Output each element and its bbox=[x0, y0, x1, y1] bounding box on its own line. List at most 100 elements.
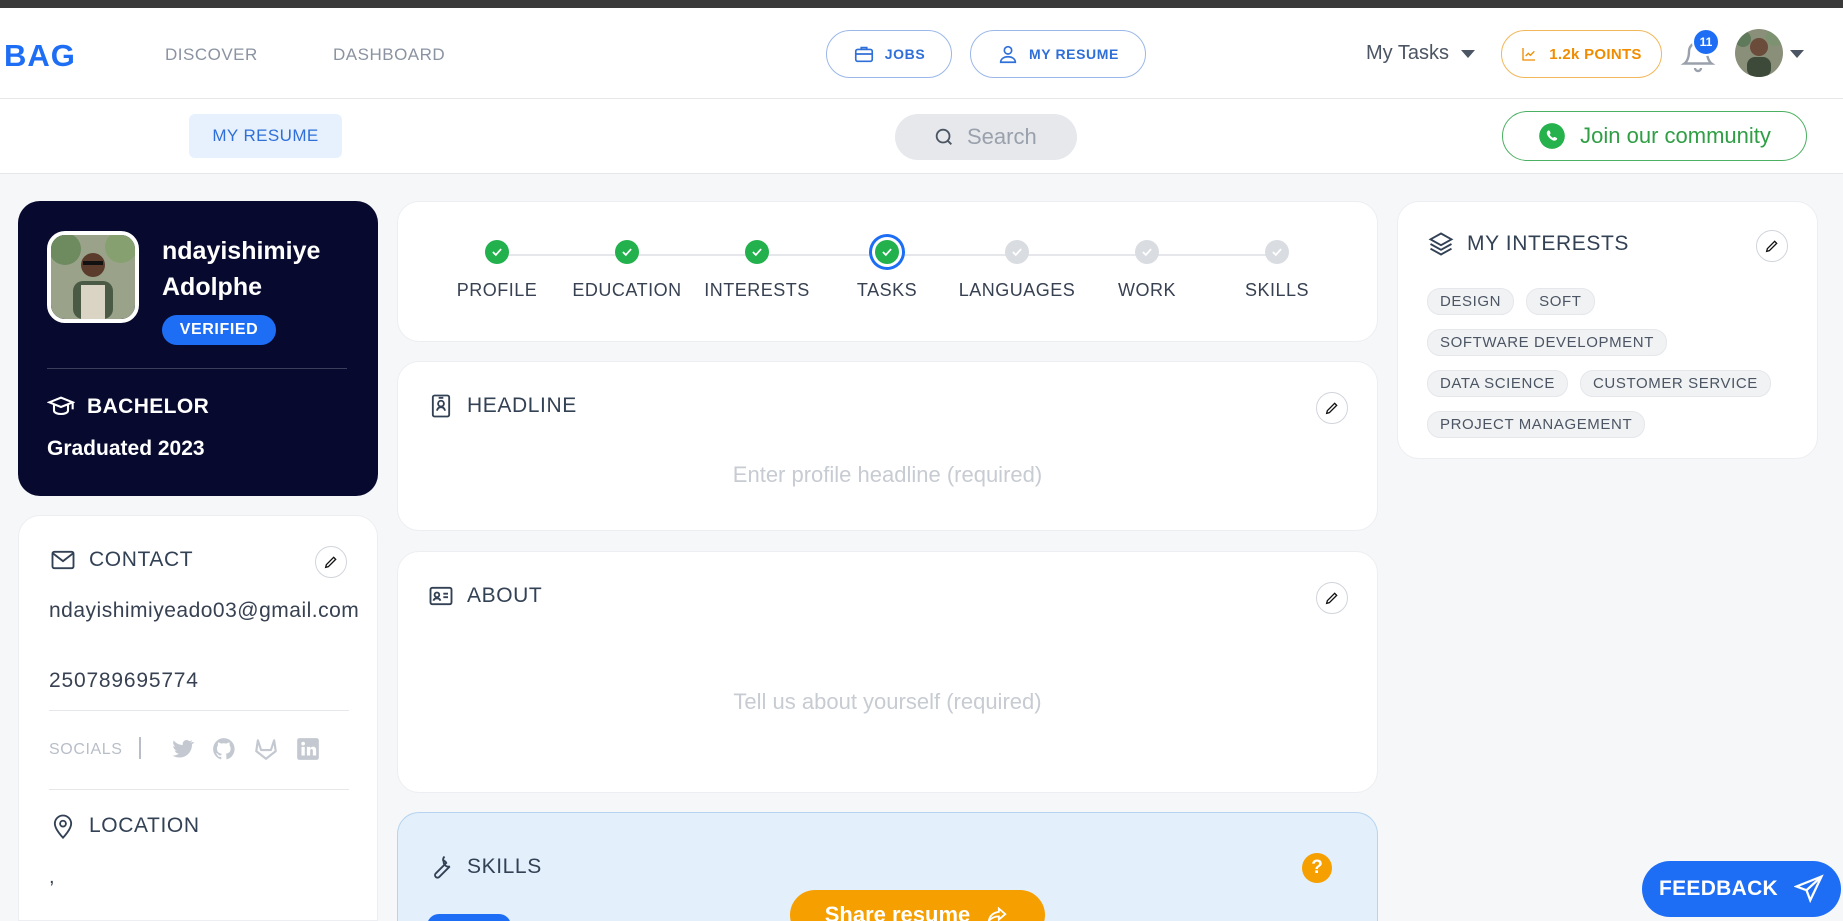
chevron-down-icon bbox=[1460, 49, 1475, 58]
about-header: ABOUT bbox=[427, 582, 542, 610]
sub-toolbar: MY RESUME Search Join our community bbox=[0, 99, 1843, 174]
contact-card: CONTACT ndayishimiyeado03@gmail.com 2507… bbox=[18, 515, 378, 921]
edit-interests-button[interactable] bbox=[1756, 230, 1788, 262]
progress-step-label: PROFILE bbox=[456, 280, 538, 300]
avatar-chevron-down-icon[interactable] bbox=[1790, 50, 1804, 58]
gitlab-icon[interactable] bbox=[253, 736, 279, 762]
progress-step-work[interactable]: WORK bbox=[1087, 240, 1207, 301]
progress-step-label: EDUCATION bbox=[572, 280, 682, 300]
feedback-label: FEEDBACK bbox=[1658, 877, 1779, 900]
verified-badge: VERIFIED bbox=[162, 315, 276, 345]
pencil-icon bbox=[1325, 402, 1338, 415]
interest-tag[interactable]: SOFTWARE DEVELOPMENT bbox=[1427, 329, 1667, 356]
window-top-strip bbox=[0, 0, 1843, 8]
socials-label: SOCIALS bbox=[49, 741, 123, 758]
check-icon bbox=[485, 240, 509, 264]
location-title: LOCATION bbox=[89, 814, 200, 837]
join-community-label: Join our community bbox=[1580, 123, 1771, 148]
tab-my-resume[interactable]: MY RESUME bbox=[189, 114, 342, 158]
profile-summary-card: ndayishimiye Adolphe VERIFIED BACHELOR G… bbox=[18, 201, 378, 496]
headline-card: HEADLINE Enter profile headline (require… bbox=[397, 361, 1378, 531]
my-resume-button[interactable]: MY RESUME bbox=[970, 30, 1146, 78]
linkedin-icon[interactable] bbox=[295, 736, 321, 762]
twitter-icon[interactable] bbox=[169, 736, 195, 762]
check-icon bbox=[1135, 240, 1159, 264]
edit-contact-button[interactable] bbox=[315, 546, 347, 578]
location-value: , bbox=[49, 866, 55, 888]
headline-placeholder[interactable]: Enter profile headline (required) bbox=[398, 462, 1377, 488]
contact-title: CONTACT bbox=[89, 548, 194, 571]
location-header: LOCATION bbox=[49, 812, 200, 840]
add-skill-button[interactable] bbox=[427, 914, 511, 921]
headline-title: HEADLINE bbox=[467, 394, 577, 417]
about-placeholder[interactable]: Tell us about yourself (required) bbox=[398, 689, 1377, 715]
progress-step-profile[interactable]: PROFILE bbox=[437, 240, 557, 301]
brand-logo[interactable]: BAG bbox=[4, 38, 76, 74]
interest-tag[interactable]: DESIGN bbox=[1427, 288, 1515, 315]
notification-badge: 11 bbox=[1692, 28, 1720, 56]
search-placeholder: Search bbox=[967, 124, 1037, 149]
interests-title: MY INTERESTS bbox=[1467, 232, 1630, 255]
progress-step-languages[interactable]: LANGUAGES bbox=[957, 240, 1077, 301]
points-button[interactable]: 1.2k POINTS bbox=[1501, 30, 1662, 78]
check-icon bbox=[615, 240, 639, 264]
my-tasks-dropdown[interactable]: My Tasks bbox=[1366, 42, 1475, 65]
edit-headline-button[interactable] bbox=[1316, 392, 1348, 424]
interest-tag[interactable]: CUSTOMER SERVICE bbox=[1580, 370, 1771, 397]
check-icon bbox=[875, 240, 899, 264]
jobs-button[interactable]: JOBS bbox=[826, 30, 952, 78]
search-input[interactable]: Search bbox=[895, 114, 1077, 160]
help-icon[interactable]: ? bbox=[1302, 853, 1332, 883]
skills-header: SKILLS bbox=[427, 853, 542, 881]
contact-email: ndayishimiyeado03@gmail.com bbox=[49, 599, 360, 622]
join-community-button[interactable]: Join our community bbox=[1502, 111, 1807, 161]
layers-icon bbox=[1428, 232, 1454, 256]
profile-progress-card: PROFILE EDUCATION INTERESTS TASKS LANGUAGES W… bbox=[397, 201, 1378, 342]
interests-tag-list: DESIGN SOFT SOFTWARE DEVELOPMENT DATA SCIEN… bbox=[1427, 288, 1797, 438]
share-arrow-icon bbox=[988, 906, 1007, 921]
contact-header: CONTACT bbox=[49, 546, 193, 574]
skills-title: SKILLS bbox=[467, 855, 542, 878]
briefcase-icon bbox=[854, 46, 873, 63]
interest-tag[interactable]: DATA SCIENCE bbox=[1427, 370, 1568, 397]
nav-dashboard[interactable]: DASHBOARD bbox=[333, 45, 445, 65]
progress-step-label: INTERESTS bbox=[704, 280, 810, 300]
github-icon[interactable] bbox=[211, 736, 237, 762]
divider bbox=[47, 368, 347, 369]
share-resume-button[interactable]: Share resume bbox=[790, 890, 1045, 921]
about-card: ABOUT Tell us about yourself (required) bbox=[397, 551, 1378, 793]
whatsapp-icon bbox=[1539, 123, 1565, 149]
jobs-label: JOBS bbox=[884, 46, 926, 62]
check-icon bbox=[745, 240, 769, 264]
edit-about-button[interactable] bbox=[1316, 582, 1348, 614]
degree-label: BACHELOR bbox=[87, 395, 210, 418]
send-icon bbox=[1794, 874, 1824, 904]
progress-step-tasks[interactable]: TASKS bbox=[827, 240, 947, 301]
my-tasks-label: My Tasks bbox=[1366, 42, 1449, 64]
progress-step-label: LANGUAGES bbox=[958, 280, 1076, 300]
divider bbox=[139, 737, 141, 759]
interests-header: MY INTERESTS bbox=[1427, 230, 1629, 258]
my-resume-label: MY RESUME bbox=[1029, 46, 1119, 62]
progress-step-education[interactable]: EDUCATION bbox=[567, 240, 687, 301]
headline-header: HEADLINE bbox=[427, 392, 577, 420]
interest-tag[interactable]: SOFT bbox=[1526, 288, 1595, 315]
search-icon bbox=[935, 128, 952, 145]
progress-step-skills[interactable]: SKILLS bbox=[1217, 240, 1337, 301]
share-resume-label: Share resume bbox=[824, 902, 971, 921]
pencil-icon bbox=[1325, 592, 1338, 605]
points-label: 1.2k POINTS bbox=[1549, 45, 1642, 63]
interest-tag[interactable]: PROJECT MANAGEMENT bbox=[1427, 411, 1646, 438]
pencil-icon bbox=[324, 556, 337, 569]
id-badge-icon bbox=[431, 394, 451, 418]
nav-discover[interactable]: DISCOVER bbox=[165, 45, 258, 65]
progress-step-interests[interactable]: INTERESTS bbox=[697, 240, 817, 301]
pencil-icon bbox=[1765, 240, 1778, 253]
id-card-icon bbox=[429, 586, 453, 606]
profile-avatar bbox=[47, 231, 139, 323]
progress-step-label: TASKS bbox=[856, 280, 918, 300]
user-avatar[interactable] bbox=[1735, 29, 1783, 77]
contact-phone: 250789695774 bbox=[49, 669, 199, 692]
wrench-icon bbox=[434, 855, 451, 879]
feedback-button[interactable]: FEEDBACK bbox=[1642, 861, 1841, 917]
